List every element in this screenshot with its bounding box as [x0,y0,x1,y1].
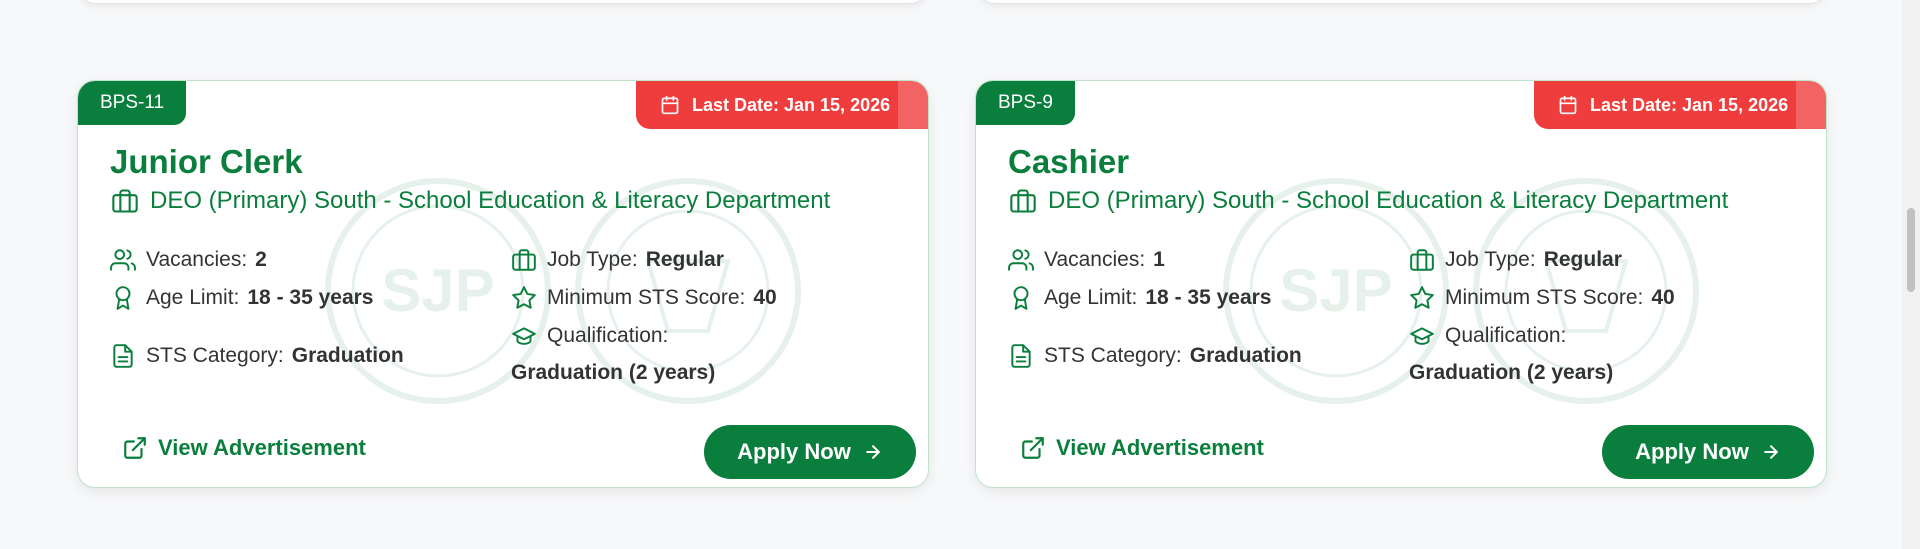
calendar-icon [661,95,679,115]
job-type-value: Regular [645,248,724,271]
age-field: Age Limit: 18 - 35 years [110,285,373,311]
view-advertisement-link[interactable]: View Advertisement [1020,435,1264,461]
view-advertisement-link[interactable]: View Advertisement [122,435,366,461]
graduation-cap-icon [1410,327,1434,345]
apply-now-label: Apply Now [737,439,851,464]
sts-category-value: Graduation [1189,344,1302,367]
qualification-field: Qualification: [1409,323,1566,349]
job-card: SJP BPS-11 Last Date: Jan 15, 2026 Junio… [77,80,929,488]
sts-category-label: STS Category: [1044,344,1182,367]
sts-category-field: STS Category: Graduation [110,343,404,369]
last-date-badge: Last Date: Jan 15, 2026 [1534,81,1826,129]
external-link-icon [1022,437,1044,459]
vacancies-label: Vacancies: [146,248,248,271]
age-label: Age Limit: [1044,286,1138,309]
department: DEO (Primary) South - School Education &… [1008,187,1728,215]
job-type-label: Job Type: [547,248,638,271]
age-label: Age Limit: [146,286,240,309]
apply-now-button[interactable]: Apply Now [1602,425,1814,479]
job-title: Cashier [1008,143,1130,180]
graduation-cap-icon [512,327,536,345]
sts-category-label: STS Category: [146,344,284,367]
job-card: SJP BPS-9 Last Date: Jan 15, 2026 Cashie… [975,80,1827,488]
job-type-value: Regular [1543,248,1622,271]
calendar-icon [1559,95,1577,115]
page-scrollbar[interactable] [1902,0,1920,549]
department-text: DEO (Primary) South - School Education &… [150,187,831,214]
bps-badge: BPS-9 [976,81,1075,125]
min-sts-field: Minimum STS Score: 40 [511,285,777,311]
award-icon [1013,286,1029,310]
svg-text:SJP: SJP [1279,257,1392,324]
sts-category-field: STS Category: Graduation [1008,343,1302,369]
briefcase-icon [1410,249,1434,271]
min-sts-label: Minimum STS Score: [547,286,746,309]
min-sts-value: 40 [753,286,777,309]
vacancies-value: 2 [255,248,267,271]
previous-card-right [977,0,1827,4]
min-sts-value: 40 [1651,286,1675,309]
qualification-label: Qualification: [1445,324,1567,347]
star-icon [512,286,536,309]
award-icon [115,286,131,310]
briefcase-icon [1010,189,1036,213]
file-text-icon [113,344,133,368]
department-text: DEO (Primary) South - School Education &… [1048,187,1729,214]
apply-now-label: Apply Now [1635,439,1749,464]
min-sts-field: Minimum STS Score: 40 [1409,285,1675,311]
users-icon [1008,249,1034,271]
view-advertisement-text: View Advertisement [1056,435,1264,460]
job-type-label: Job Type: [1445,248,1536,271]
bps-badge: BPS-11 [78,81,187,125]
vacancies-label: Vacancies: [1044,248,1146,271]
age-value: 18 - 35 years [247,286,374,309]
apply-now-button[interactable]: Apply Now [704,425,916,479]
department: DEO (Primary) South - School Education &… [110,187,830,215]
qualification-field: Qualification: [511,323,668,349]
vacancies-field: Vacancies: 1 [1008,247,1165,273]
users-icon [110,249,136,271]
arrow-right-icon [865,445,880,459]
age-value: 18 - 35 years [1145,286,1272,309]
file-text-icon [1011,344,1031,368]
briefcase-icon [512,249,536,271]
age-field: Age Limit: 18 - 35 years [1008,285,1271,311]
job-type-field: Job Type: Regular [1409,247,1622,273]
last-date-badge: Last Date: Jan 15, 2026 [636,81,928,129]
star-icon [1410,286,1434,309]
min-sts-label: Minimum STS Score: [1445,286,1644,309]
vacancies-field: Vacancies: 2 [110,247,267,273]
vacancies-value: 1 [1153,248,1165,271]
last-date-text: Last Date: Jan 15, 2026 [692,94,891,115]
previous-card-left [78,0,928,4]
arrow-right-icon [1763,445,1778,459]
view-advertisement-text: View Advertisement [158,435,366,460]
job-title: Junior Clerk [110,143,303,180]
qualification-value: Graduation (2 years) [511,361,716,384]
external-link-icon [124,437,146,459]
job-type-field: Job Type: Regular [511,247,724,273]
briefcase-icon [112,189,138,213]
scrollbar-thumb[interactable] [1907,208,1915,292]
qualification-value: Graduation (2 years) [1409,361,1614,384]
svg-text:SJP: SJP [381,257,494,324]
last-date-text: Last Date: Jan 15, 2026 [1590,94,1789,115]
sts-category-value: Graduation [291,344,404,367]
qualification-label: Qualification: [547,324,669,347]
